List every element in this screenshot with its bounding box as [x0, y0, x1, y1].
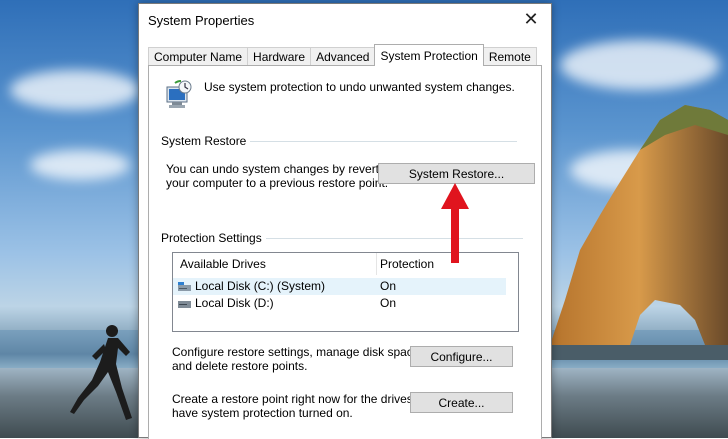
create-button[interactable]: Create...: [410, 392, 513, 413]
system-properties-dialog: System Properties ✕ Computer Name Hardwa…: [138, 3, 552, 439]
intro-text: Use system protection to undo unwanted s…: [204, 80, 515, 94]
red-arrow-up-icon: [441, 183, 469, 263]
protection-settings-label: Protection Settings: [161, 231, 266, 245]
tab-hardware[interactable]: Hardware: [247, 47, 312, 66]
tab-system-protection[interactable]: System Protection: [374, 44, 484, 66]
create-description-2: have system protection turned on.: [172, 406, 353, 420]
system-disk-icon: [178, 282, 191, 291]
rock-arch-image: [545, 105, 728, 360]
tab-advanced[interactable]: Advanced: [310, 47, 376, 66]
system-restore-description-1: You can undo system changes by reverting: [166, 162, 396, 176]
drive-protection-status: On: [380, 279, 397, 293]
system-restore-description-2: your computer to a previous restore poin…: [166, 176, 389, 190]
create-description-1: Create a restore point right now for the…: [172, 392, 437, 406]
tab-strip: Computer Name Hardware Advanced System P…: [148, 44, 537, 66]
column-available-drives[interactable]: Available Drives: [180, 257, 266, 271]
drive-protection-status: On: [380, 296, 397, 310]
system-protection-panel: Use system protection to undo unwanted s…: [148, 65, 542, 439]
drive-row-d[interactable]: Local Disk (D:) On: [173, 295, 508, 312]
system-protection-icon: [166, 80, 192, 108]
disk-icon: [178, 301, 191, 308]
drive-row-c[interactable]: Local Disk (C:) (System) On: [173, 278, 508, 295]
runner-silhouette-image: [70, 325, 132, 420]
system-restore-label: System Restore: [161, 134, 251, 148]
drive-name: Local Disk (D:): [195, 296, 274, 310]
system-restore-button[interactable]: System Restore...: [378, 163, 535, 184]
configure-description-2: and delete restore points.: [172, 359, 308, 373]
configure-button[interactable]: Configure...: [410, 346, 513, 367]
close-button[interactable]: ✕: [511, 4, 551, 34]
tab-remote[interactable]: Remote: [482, 47, 537, 66]
drives-list-scrollbar[interactable]: [506, 275, 518, 331]
title-bar[interactable]: System Properties ✕: [139, 4, 551, 34]
dialog-title: System Properties: [148, 13, 255, 28]
tab-computer-name[interactable]: Computer Name: [148, 47, 249, 66]
configure-description-1: Configure restore settings, manage disk …: [172, 345, 423, 359]
drive-name: Local Disk (C:) (System): [195, 279, 326, 293]
close-icon: ✕: [523, 8, 539, 29]
column-protection[interactable]: Protection: [380, 257, 434, 271]
